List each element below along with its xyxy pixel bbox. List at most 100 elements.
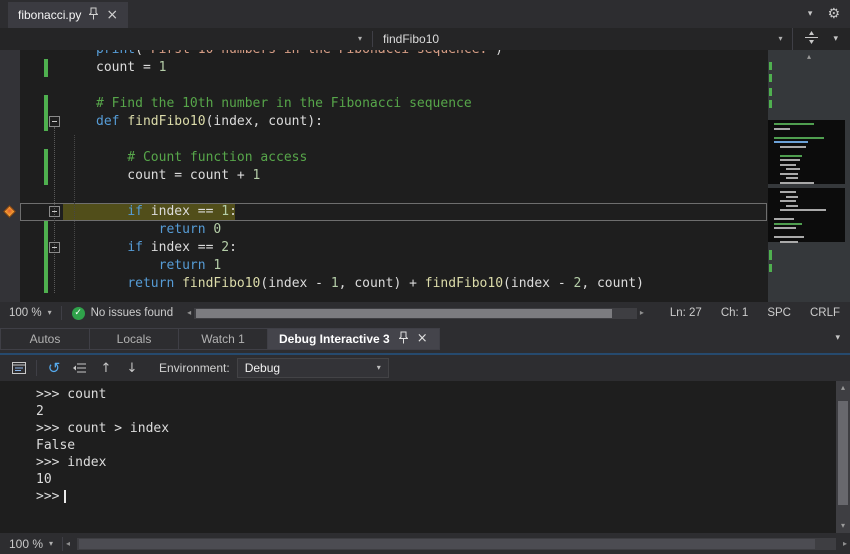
scroll-left-icon[interactable]: ◂ — [63, 540, 73, 548]
indent-mode-field: SPC — [767, 307, 791, 319]
minimap-change-mark — [769, 100, 772, 108]
code-line: # Count function access — [96, 149, 768, 167]
eol-mode-field: CRLF — [810, 307, 840, 319]
code-line: return 0 — [96, 221, 768, 239]
scrollbar-track[interactable] — [194, 308, 637, 319]
environment-dropdown-value: Debug — [245, 361, 280, 375]
code-line: return findFibo10(index - 1, count) + fi… — [96, 275, 768, 293]
interactive-vertical-scrollbar[interactable]: ▴ ▾ — [836, 381, 850, 533]
scroll-right-icon[interactable]: ▸ — [840, 540, 850, 548]
code-line: if index == 1: — [96, 203, 768, 221]
code-line — [96, 131, 768, 149]
editor-horizontal-scrollbar[interactable]: ◂ ▸ — [187, 308, 644, 319]
history-icon[interactable] — [67, 357, 93, 379]
editor-toolbar-icons: ▾ — [792, 28, 850, 50]
repl-line: False — [36, 437, 850, 454]
close-icon[interactable]: × — [417, 332, 428, 345]
scrollbar-thumb[interactable] — [838, 401, 848, 505]
scroll-right-icon[interactable]: ▸ — [640, 309, 644, 317]
change-tracking-bar — [44, 239, 48, 257]
tab-watch-1[interactable]: Watch 1 — [178, 328, 268, 350]
repl-line: >>> count > index — [36, 420, 850, 437]
change-tracking-bar — [44, 59, 48, 77]
minimap-change-mark — [769, 264, 772, 272]
chevron-down-icon: ▾ — [48, 309, 52, 317]
chevron-down-icon[interactable]: ▾ — [833, 35, 838, 44]
tab-debug-interactive-3[interactable]: Debug Interactive 3 × — [267, 328, 440, 350]
chevron-down-icon: ▾ — [358, 35, 362, 43]
environment-dropdown[interactable]: Debug ▾ — [237, 358, 389, 378]
tab-locals[interactable]: Locals — [89, 328, 179, 350]
environment-label: Environment: — [159, 361, 230, 375]
current-statement-icon — [3, 205, 16, 218]
scrollbar-thumb[interactable] — [79, 539, 815, 549]
repl-line: >>> — [36, 488, 850, 505]
scope-dropdown[interactable]: ▾ — [0, 28, 372, 50]
change-tracking-bar — [44, 167, 48, 185]
minimap-preview-block — [768, 120, 845, 184]
interactive-zoom-dropdown[interactable]: 100 % ▾ — [0, 537, 62, 551]
pin-icon[interactable] — [89, 7, 98, 23]
change-tracking-bar — [44, 257, 48, 275]
text-cursor — [64, 490, 66, 503]
scroll-down-icon[interactable]: ▾ — [841, 522, 845, 530]
pin-icon[interactable] — [399, 331, 408, 347]
gear-icon[interactable]: ⚙ — [827, 7, 840, 21]
scrollbar-thumb[interactable] — [196, 309, 612, 318]
repl-line: 2 — [36, 403, 850, 420]
issues-indicator[interactable]: ✓ No issues found — [62, 307, 183, 320]
close-icon[interactable]: × — [106, 8, 118, 22]
document-tab-title: fibonacci.py — [18, 8, 81, 22]
minimap-change-mark — [769, 62, 772, 70]
editor-zoom-dropdown[interactable]: 100 % ▾ — [0, 307, 61, 319]
split-editor-icon[interactable] — [805, 31, 818, 47]
fold-toggle[interactable] — [49, 242, 60, 253]
editor-status-bar: 100 % ▾ ✓ No issues found ◂ ▸ Ln: 27 Ch:… — [0, 302, 850, 324]
fold-toggle[interactable] — [49, 116, 60, 127]
ide-window: fibonacci.py × ▾ ⚙ ▾ findFibo10 ▾ ▾ — [0, 0, 850, 554]
toolbar-overflow-chevron-icon[interactable]: ▾ — [808, 10, 813, 19]
previous-history-icon[interactable]: ↑ — [93, 357, 119, 379]
code-line: count = 1 — [96, 59, 768, 77]
scroll-left-icon[interactable]: ◂ — [187, 309, 191, 317]
document-tab-fibonacci[interactable]: fibonacci.py × — [8, 2, 128, 28]
member-dropdown[interactable]: findFibo10 ▾ — [373, 28, 792, 50]
code-line: if index == 2: — [96, 239, 768, 257]
check-circle-icon: ✓ — [72, 307, 85, 320]
minimap-preview-block — [768, 188, 845, 242]
code-editor: print("First 10 numbers in the Fibonacci… — [0, 50, 850, 302]
reset-repl-icon[interactable]: ↺ — [41, 357, 67, 379]
document-tab-bar: fibonacci.py × ▾ ⚙ — [0, 0, 850, 28]
code-line: def findFibo10(index, count): — [96, 113, 768, 131]
fold-toggle[interactable] — [49, 206, 60, 217]
code-area[interactable]: print("First 10 numbers in the Fibonacci… — [96, 50, 768, 302]
interactive-toolbar: ↺ ↑ ↓ Environment: Debug ▾ — [0, 353, 850, 381]
chevron-down-icon[interactable]: ▾ — [835, 334, 840, 343]
scroll-up-icon[interactable]: ▴ — [807, 53, 811, 61]
repl-lines: >>> count2>>> count > indexFalse>>> inde… — [0, 381, 850, 505]
scrollbar-track[interactable] — [77, 538, 836, 550]
editor-gutter[interactable] — [20, 50, 96, 302]
minimap-change-mark — [769, 250, 772, 260]
minimap-scrollbar[interactable]: ▴ — [768, 50, 850, 302]
code-line: print("First 10 numbers in the Fibonacci… — [96, 50, 768, 59]
minimap-change-mark — [769, 88, 772, 96]
scroll-up-icon[interactable]: ▴ — [841, 384, 845, 392]
tab-label: Debug Interactive 3 — [279, 332, 390, 346]
tab-label: Locals — [117, 332, 152, 346]
line-number-field: Ln: 27 — [670, 307, 702, 319]
code-line — [96, 185, 768, 203]
breakpoint-margin[interactable] — [0, 50, 20, 302]
tab-autos[interactable]: Autos — [0, 328, 90, 350]
interactive-window[interactable]: >>> count2>>> count > indexFalse>>> inde… — [0, 381, 850, 533]
code-line — [96, 77, 768, 95]
repl-line: 10 — [36, 471, 850, 488]
tab-label: Autos — [30, 332, 61, 346]
change-tracking-bar — [44, 95, 48, 113]
interactive-window-icon[interactable] — [6, 357, 32, 379]
next-history-icon[interactable]: ↓ — [119, 357, 145, 379]
code-line: return 1 — [96, 257, 768, 275]
code-line: count = count + 1 — [96, 167, 768, 185]
tool-window-tab-bar: Autos Locals Watch 1 Debug Interactive 3… — [0, 324, 850, 353]
indent-guide-line — [74, 135, 75, 290]
